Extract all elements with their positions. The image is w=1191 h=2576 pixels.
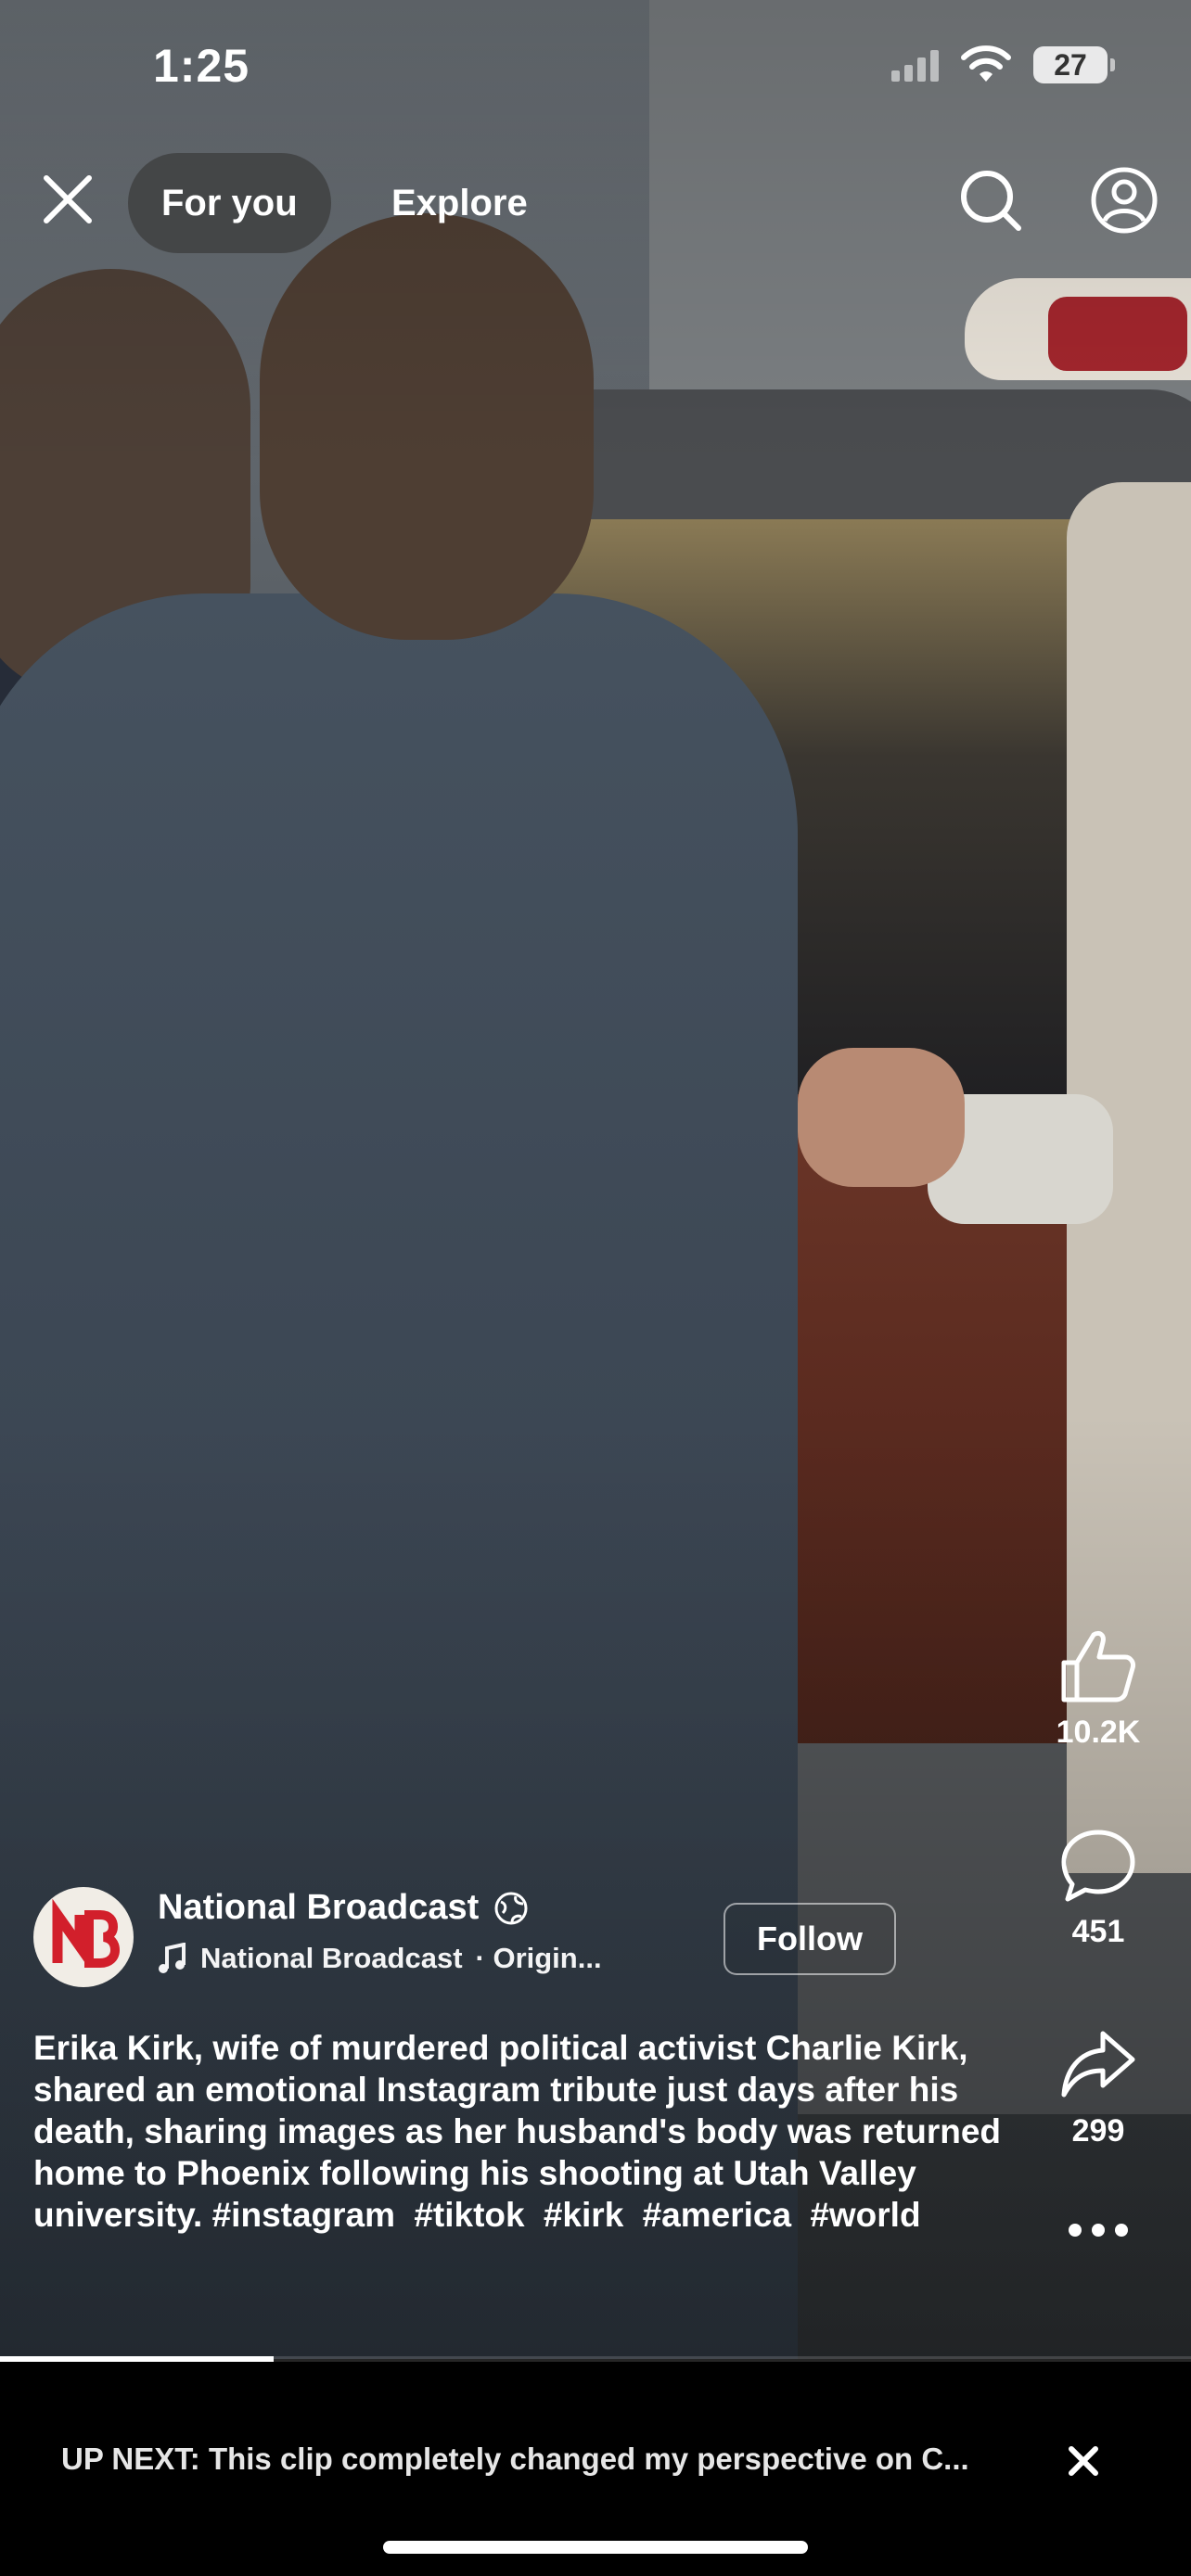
- status-icons: 27: [891, 45, 1115, 85]
- tab-explore[interactable]: Explore: [391, 153, 528, 253]
- hashtag[interactable]: #kirk: [544, 2196, 623, 2234]
- cellular-signal-icon: [891, 48, 939, 82]
- more-options-button[interactable]: [1024, 2221, 1172, 2239]
- tab-for-you[interactable]: For you: [128, 153, 331, 253]
- globe-icon: [494, 1892, 528, 1924]
- up-next-label: UP NEXT:: [61, 2442, 200, 2476]
- like-count: 10.2K: [1056, 1715, 1141, 1750]
- post-caption[interactable]: Erika Kirk, wife of murdered political a…: [33, 2027, 1035, 2236]
- comment-icon: [1061, 1830, 1135, 1902]
- search-icon[interactable]: [957, 167, 1024, 234]
- status-time: 1:25: [153, 40, 250, 92]
- like-button[interactable]: 10.2K: [1024, 1627, 1172, 1751]
- hashtag[interactable]: #instagram: [212, 2196, 395, 2234]
- hashtag[interactable]: #america: [643, 2196, 791, 2234]
- up-next-text[interactable]: UP NEXT: This clip completely changed my…: [61, 2442, 969, 2477]
- audio-name: National Broadcast: [200, 1942, 463, 1974]
- video-overlay-gradient: [0, 0, 1191, 2359]
- author-name[interactable]: National Broadcast: [158, 1888, 479, 1928]
- author-avatar[interactable]: [33, 1887, 134, 1987]
- audio-suffix: · Origin...: [475, 1942, 602, 1974]
- author-name-row[interactable]: National Broadcast: [158, 1888, 529, 1928]
- comment-button[interactable]: 451: [1024, 1827, 1172, 1950]
- wifi-icon: [961, 45, 1011, 82]
- hashtag[interactable]: #tiktok: [414, 2196, 524, 2234]
- battery-icon: 27: [1033, 46, 1115, 83]
- up-next-title: This clip completely changed my perspect…: [208, 2442, 969, 2476]
- nb-logo-icon: [52, 1898, 121, 1968]
- hashtag[interactable]: #world: [810, 2196, 920, 2234]
- close-icon[interactable]: [1063, 2441, 1104, 2481]
- video-player[interactable]: [0, 0, 1191, 2359]
- profile-icon[interactable]: [1089, 165, 1159, 236]
- share-button[interactable]: 299: [1024, 2026, 1172, 2149]
- thumbs-up-icon: [1061, 1630, 1135, 1702]
- share-arrow-icon: [1061, 2031, 1135, 2098]
- close-icon[interactable]: [35, 167, 100, 232]
- comment-count: 451: [1071, 1914, 1125, 1949]
- music-note-icon: [159, 1943, 186, 1973]
- follow-button[interactable]: Follow: [724, 1903, 896, 1975]
- audio-track[interactable]: National Broadcast · Origin...: [158, 1942, 602, 1975]
- share-count: 299: [1071, 2113, 1125, 2149]
- more-horizontal-icon: [1069, 2224, 1128, 2237]
- home-indicator: [383, 2541, 808, 2554]
